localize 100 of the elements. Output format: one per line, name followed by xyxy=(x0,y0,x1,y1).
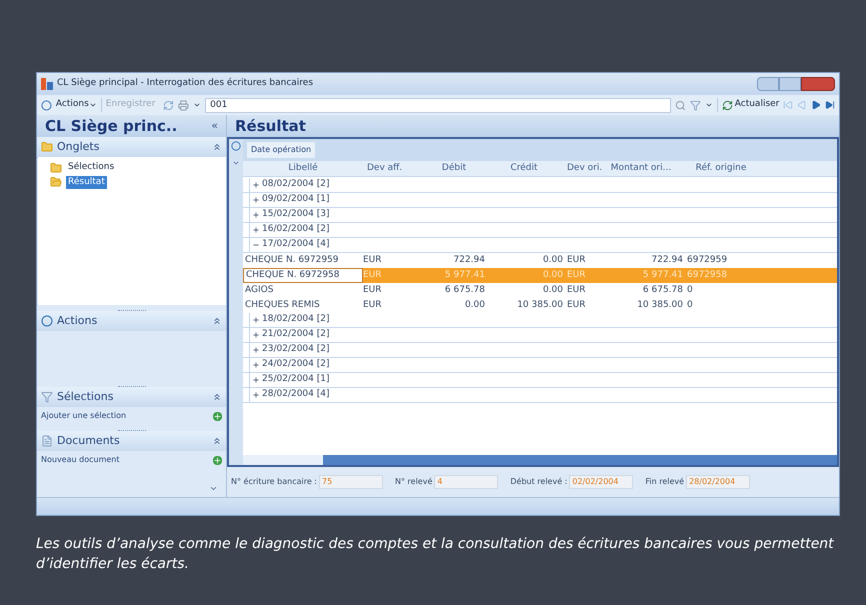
table-cell: CHEQUE N. 6972958 xyxy=(243,268,363,284)
column-header[interactable]: Débit xyxy=(423,162,485,176)
table-cell-text: 6 675.78 xyxy=(444,284,485,297)
table-cell-text: AGIOS xyxy=(244,284,274,297)
table-cell-text: EUR xyxy=(566,298,587,312)
readonly-field: 02/02/2004 xyxy=(569,475,634,489)
panel-link[interactable]: Ajouter une sélection xyxy=(41,410,126,422)
table-cell-text: EUR xyxy=(566,284,587,297)
data-row[interactable]: CHEQUES REMIS EUR 0.00 10 385.00 EUR 10 385.00 0 xyxy=(243,298,837,313)
table-cell-text: EUR xyxy=(363,268,383,282)
column-header[interactable]: Crédit xyxy=(485,162,563,176)
expand-icon xyxy=(252,331,260,339)
expand-icon xyxy=(252,346,260,354)
data-row[interactable]: CHEQUE N. 6972959 EUR 722.94 0.00 EUR 722.94 6972959 xyxy=(243,253,837,268)
tree-item[interactable]: Sélections xyxy=(66,161,116,174)
filter-icon[interactable] xyxy=(690,100,701,110)
add-icon[interactable] xyxy=(213,412,222,420)
group-by-tab[interactable]: Date opération xyxy=(247,142,316,158)
section-header[interactable]: Documents xyxy=(37,431,226,451)
readonly-field: 4 xyxy=(434,475,498,489)
next-icon[interactable] xyxy=(811,100,822,110)
data-row[interactable]: AGIOS EUR 6 675.78 0.00 EUR 6 675.78 0 xyxy=(243,283,837,298)
target-icon xyxy=(41,315,53,327)
expand-icon xyxy=(252,391,260,399)
panel-link[interactable]: Nouveau document xyxy=(41,454,120,466)
caret-icon[interactable] xyxy=(704,101,713,109)
table-cell-text: 0.00 xyxy=(542,284,563,297)
group-row[interactable]: 15/02/2004 [3] xyxy=(249,208,330,222)
tree-item[interactable]: Résultat xyxy=(66,176,107,189)
caret-icon[interactable] xyxy=(193,101,202,109)
group-row[interactable]: 09/02/2004 [1] xyxy=(249,193,330,207)
folder-icon xyxy=(50,162,62,174)
readonly-field: 28/02/2004 xyxy=(686,475,750,489)
table-cell-text: 10 385.00 xyxy=(636,298,683,312)
group-row[interactable]: 24/02/2004 [2] xyxy=(249,358,330,372)
collapse-icon[interactable] xyxy=(212,392,222,402)
table-cell-text: 0 xyxy=(686,284,694,297)
field-label: Fin relevé xyxy=(645,476,684,488)
field-label: N° relevé xyxy=(395,476,432,488)
table-cell-text: EUR xyxy=(566,254,587,267)
column-header[interactable]: Dev aff. xyxy=(363,162,423,176)
window-title: CL Siège principal - Interrogation des écritures bancaires xyxy=(57,77,314,90)
refresh-button[interactable]: Actualiser xyxy=(716,98,780,112)
table-cell-text: 0.00 xyxy=(542,254,563,267)
group-row[interactable]: 17/02/2004 [4] xyxy=(249,238,330,252)
sync-icon[interactable] xyxy=(163,100,174,110)
previous-icon[interactable] xyxy=(797,100,808,110)
expand-icon xyxy=(252,211,260,219)
target-icon[interactable] xyxy=(231,141,241,151)
last-icon[interactable] xyxy=(825,100,835,110)
panel-title: CL Siège princ.. xyxy=(45,116,178,137)
search-field[interactable]: 001 xyxy=(205,98,672,112)
close-button[interactable] xyxy=(801,77,835,91)
target-icon xyxy=(41,100,52,110)
section-header[interactable]: Actions xyxy=(37,311,226,331)
section-header[interactable]: Onglets xyxy=(37,137,226,157)
group-row[interactable]: 16/02/2004 [2] xyxy=(249,223,330,237)
data-row[interactable]: CHEQUE N. 6972958 EUR 5 977.41 0.00 EUR 5 977.41 6972958 xyxy=(243,268,837,283)
collapse-icon[interactable] xyxy=(212,436,222,446)
group-row[interactable]: 21/02/2004 [2] xyxy=(249,328,330,342)
document-icon xyxy=(41,435,53,447)
expand-icon xyxy=(252,361,260,369)
table-cell-text: 0 xyxy=(686,298,694,312)
section-header[interactable]: Sélections xyxy=(37,387,226,407)
group-row[interactable]: 25/02/2004 [1] xyxy=(249,373,330,387)
table-cell-text: 722.94 xyxy=(650,254,683,267)
maximize-button[interactable] xyxy=(779,77,801,91)
group-row[interactable]: 18/02/2004 [2] xyxy=(249,313,330,327)
field-label: Début relevé : xyxy=(510,476,568,488)
table-cell-text: CHEQUE N. 6972959 xyxy=(244,254,340,267)
folder-icon xyxy=(41,141,53,153)
table-cell-text: EUR xyxy=(363,298,383,312)
collapse-icon[interactable] xyxy=(212,316,222,326)
print-icon[interactable] xyxy=(178,100,190,110)
table-cell-text: 722.94 xyxy=(452,254,485,267)
caret-icon xyxy=(88,101,97,109)
add-icon[interactable] xyxy=(213,456,222,464)
section-title: Sélections xyxy=(57,388,114,405)
collapse-button[interactable]: « xyxy=(211,118,218,134)
column-header[interactable]: Réf. origine xyxy=(683,162,759,176)
horizontal-scrollbar[interactable] xyxy=(243,455,837,465)
table-cell-text: CHEQUES REMIS xyxy=(244,298,321,312)
group-row[interactable]: 08/02/2004 [2] xyxy=(249,178,330,192)
expand-icon xyxy=(252,226,260,234)
actions-menu[interactable]: Actions xyxy=(56,98,97,112)
table-cell-text: 0.00 xyxy=(464,298,485,312)
column-header[interactable]: Libellé xyxy=(243,162,363,176)
folder-icon xyxy=(50,176,62,188)
collapse-icon[interactable] xyxy=(212,142,222,152)
table-cell-text: EUR xyxy=(363,254,383,267)
section-title: Onglets xyxy=(57,138,100,155)
table-cell-text: 5 977.41 xyxy=(642,268,683,282)
column-header[interactable]: Dev ori. xyxy=(563,162,599,176)
group-row[interactable]: 23/02/2004 [2] xyxy=(249,343,330,357)
search-icon[interactable] xyxy=(675,100,686,110)
group-row[interactable]: 28/02/2004 [4] xyxy=(249,388,330,402)
first-icon[interactable] xyxy=(783,100,794,110)
table-cell-text: EUR xyxy=(363,284,383,297)
expand-icon[interactable] xyxy=(209,484,218,493)
minimize-button[interactable] xyxy=(757,77,779,91)
